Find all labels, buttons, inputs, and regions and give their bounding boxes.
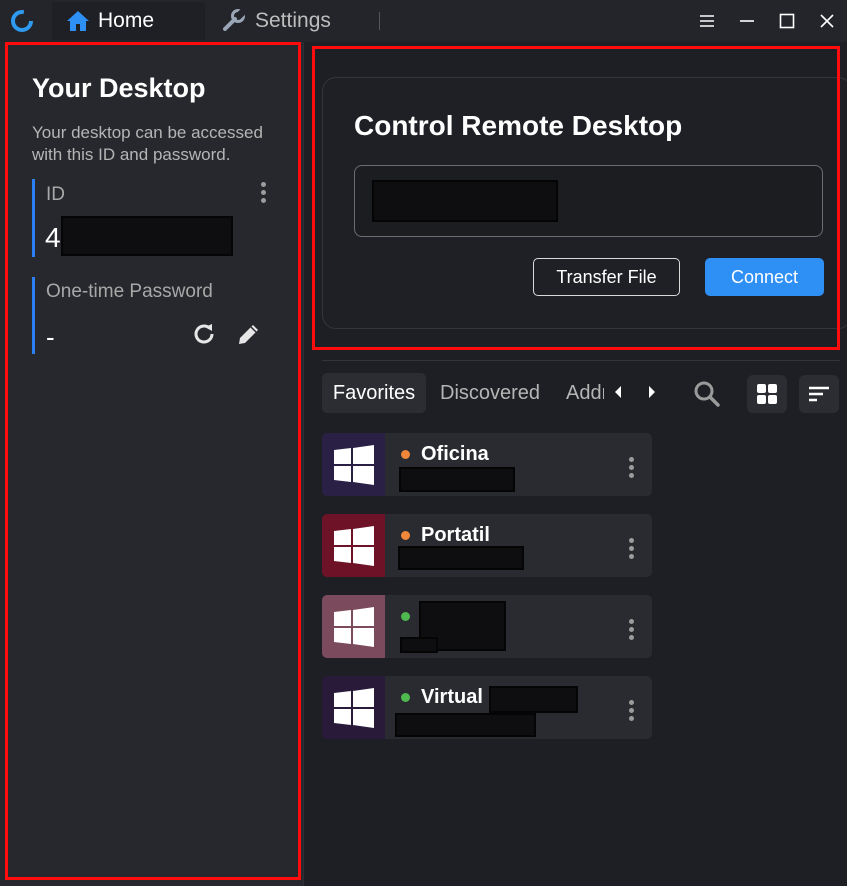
redaction-block bbox=[395, 713, 536, 737]
redaction-block bbox=[61, 216, 233, 256]
edit-password-button[interactable] bbox=[235, 320, 263, 348]
pencil-icon bbox=[239, 325, 258, 344]
minimize-button[interactable] bbox=[727, 0, 767, 42]
id-label: ID bbox=[46, 184, 65, 205]
peer-card[interactable] bbox=[322, 595, 652, 658]
peer-more-button[interactable] bbox=[627, 538, 635, 559]
wrench-icon bbox=[223, 9, 247, 31]
peer-name: Virtual bbox=[421, 686, 483, 708]
redaction-block bbox=[489, 686, 578, 713]
windows-icon bbox=[333, 606, 374, 647]
peer-card[interactable]: Oficina bbox=[322, 433, 652, 496]
search-icon bbox=[694, 381, 720, 407]
status-indicator bbox=[401, 693, 410, 702]
peer-name: Portatil bbox=[421, 524, 490, 546]
minimize-icon bbox=[740, 20, 754, 22]
close-button[interactable] bbox=[807, 0, 847, 42]
redaction-block bbox=[398, 546, 524, 570]
control-remote-title: Control Remote Desktop bbox=[354, 110, 683, 141]
peer-thumbnail bbox=[322, 514, 385, 577]
windows-icon bbox=[333, 444, 374, 485]
grid-view-button[interactable] bbox=[747, 375, 787, 413]
redaction-block bbox=[372, 180, 558, 222]
tab-discovered[interactable]: Discovered bbox=[440, 373, 540, 413]
password-value: - bbox=[46, 322, 55, 352]
status-indicator bbox=[401, 531, 410, 540]
tab-home[interactable]: Home bbox=[52, 2, 205, 40]
pane-divider bbox=[303, 42, 304, 886]
your-desktop-description: Your desktop can be accessed with this I… bbox=[32, 123, 263, 164]
sort-icon bbox=[809, 386, 829, 402]
peer-thumbnail bbox=[322, 595, 385, 658]
connect-button[interactable]: Connect bbox=[705, 258, 824, 296]
section-divider bbox=[322, 360, 840, 361]
peer-card[interactable]: Portatil bbox=[322, 514, 652, 577]
peer-more-button[interactable] bbox=[627, 700, 635, 721]
peer-card[interactable]: Virtual bbox=[322, 676, 652, 739]
peer-name: Oficina bbox=[421, 443, 489, 465]
scroll-right-button[interactable] bbox=[647, 384, 657, 405]
redaction-block bbox=[400, 637, 438, 653]
refresh-icon bbox=[194, 324, 214, 344]
your-desktop-panel bbox=[0, 42, 303, 886]
tab-address-book[interactable]: Address Book bbox=[566, 373, 604, 413]
caret-right-icon bbox=[649, 386, 655, 398]
maximize-button[interactable] bbox=[767, 0, 807, 42]
caret-left-icon bbox=[615, 386, 621, 398]
refresh-password-button[interactable] bbox=[190, 320, 218, 348]
app-logo-icon bbox=[9, 8, 35, 34]
tab-favorites[interactable]: Favorites bbox=[322, 373, 426, 413]
id-more-button[interactable] bbox=[259, 182, 267, 203]
password-accent-bar bbox=[32, 277, 35, 354]
window-controls bbox=[687, 0, 847, 42]
maximize-icon bbox=[779, 13, 795, 29]
transfer-file-button[interactable]: Transfer File bbox=[533, 258, 680, 296]
peer-thumbnail bbox=[322, 676, 385, 739]
sort-button[interactable] bbox=[799, 375, 839, 413]
windows-icon bbox=[333, 525, 374, 566]
password-label: One-time Password bbox=[46, 281, 213, 302]
status-indicator bbox=[401, 450, 410, 459]
tab-settings[interactable]: Settings bbox=[219, 2, 379, 40]
grid-icon bbox=[757, 384, 777, 404]
id-accent-bar bbox=[32, 179, 35, 257]
scroll-left-button[interactable] bbox=[613, 384, 623, 405]
tab-separator bbox=[379, 12, 380, 30]
peer-more-button[interactable] bbox=[627, 457, 635, 478]
id-value: 4 bbox=[45, 222, 61, 253]
peer-more-button[interactable] bbox=[627, 619, 635, 640]
tab-settings-label: Settings bbox=[255, 9, 331, 32]
menu-icon bbox=[700, 15, 714, 27]
menu-button[interactable] bbox=[687, 0, 727, 42]
close-icon bbox=[820, 14, 834, 28]
home-icon bbox=[67, 11, 89, 31]
peer-thumbnail bbox=[322, 433, 385, 496]
search-button[interactable] bbox=[690, 377, 724, 411]
status-indicator bbox=[401, 612, 410, 621]
title-bar: Home Settings bbox=[0, 0, 847, 42]
your-desktop-title: Your Desktop bbox=[32, 73, 206, 103]
windows-icon bbox=[333, 687, 374, 728]
redaction-block bbox=[399, 467, 515, 492]
tab-home-label: Home bbox=[98, 9, 155, 32]
